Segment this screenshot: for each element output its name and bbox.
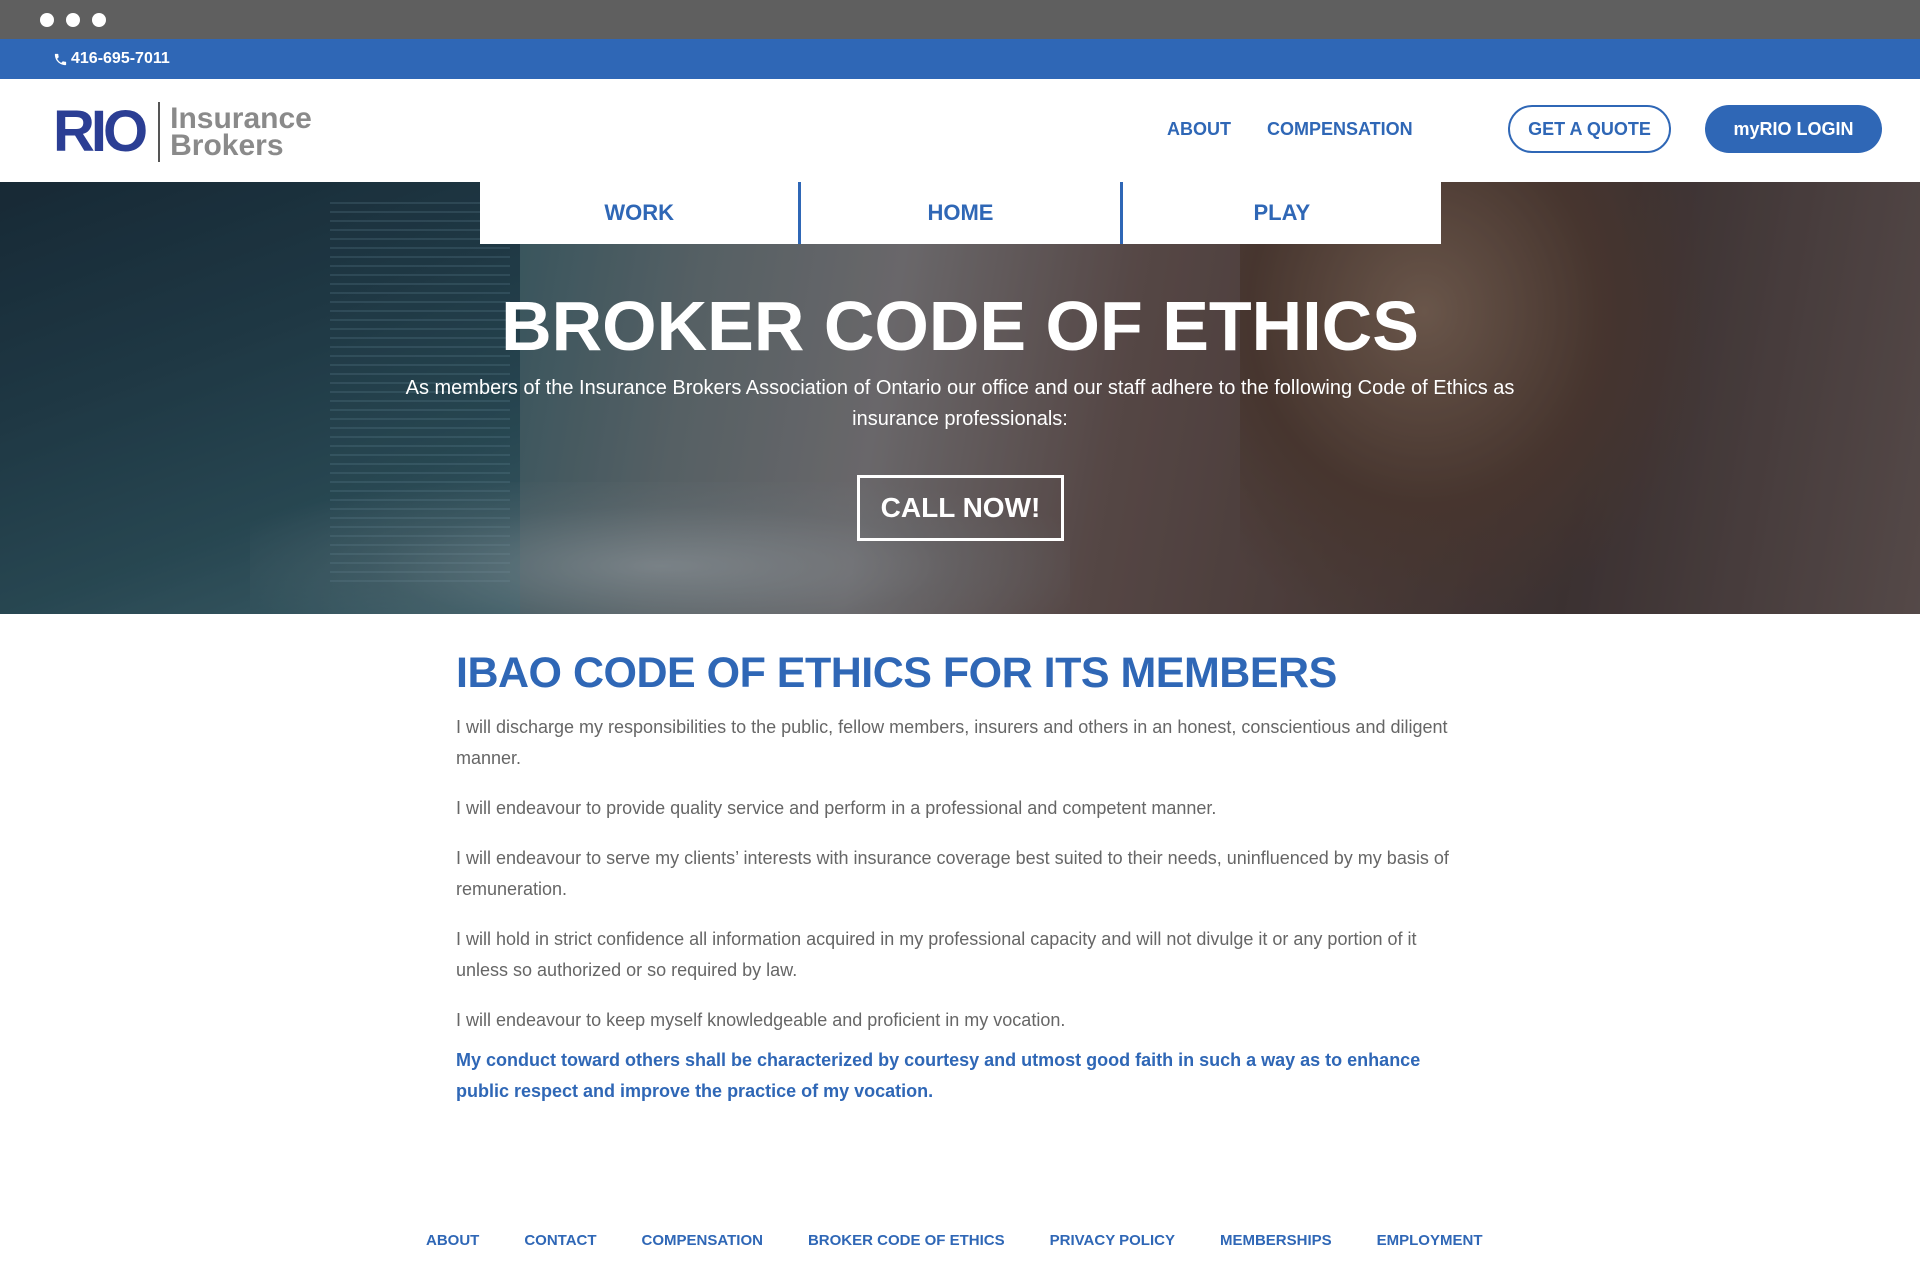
phone-icon <box>54 53 67 65</box>
footer-link-broker-code-of-ethics[interactable]: BROKER CODE OF ETHICS <box>808 1232 1005 1249</box>
footer-link-about[interactable]: ABOUT <box>426 1232 479 1249</box>
ethics-paragraph: I will endeavour to provide quality serv… <box>456 798 1217 818</box>
category-tabs: WORK HOME PLAY <box>480 182 1441 244</box>
nav-compensation[interactable]: COMPENSATION <box>1267 119 1413 140</box>
top-contact-bar: 416-695-7011 <box>0 39 1920 79</box>
footer-nav: ABOUT CONTACT COMPENSATION BROKER CODE O… <box>426 1232 1527 1249</box>
logo-line-2: Brokers <box>170 129 284 162</box>
phone-link[interactable]: 416-695-7011 <box>53 50 170 68</box>
logo-divider <box>158 102 161 162</box>
phone-number: 416-695-7011 <box>71 50 170 67</box>
site-header: RIO Insurance Brokers ABOUT COMPENSATION… <box>0 79 1920 182</box>
window-minimize-dot[interactable] <box>66 13 80 27</box>
footer-link-compensation[interactable]: COMPENSATION <box>642 1232 763 1249</box>
logo-wordmark: Insurance Brokers <box>170 104 312 162</box>
ethics-paragraph: I will endeavour to serve my clients’ in… <box>456 848 1449 899</box>
nav-about[interactable]: ABOUT <box>1167 119 1231 140</box>
content-title: IBAO CODE OF ETHICS FOR ITS MEMBERS <box>456 649 1337 697</box>
tab-play[interactable]: PLAY <box>1122 182 1441 244</box>
footer-link-contact[interactable]: CONTACT <box>524 1232 596 1249</box>
call-now-button[interactable]: CALL NOW! <box>857 475 1064 541</box>
get-a-quote-button[interactable]: GET A QUOTE <box>1508 105 1671 153</box>
myrio-login-button[interactable]: myRIO LOGIN <box>1705 105 1882 153</box>
hero-subtitle: As members of the Insurance Brokers Asso… <box>405 377 1515 430</box>
main-content: IBAO CODE OF ETHICS FOR ITS MEMBERS I wi… <box>456 645 1466 1107</box>
ethics-paragraph: I will discharge my responsibilities to … <box>456 717 1448 768</box>
logo-mark: RIO <box>53 99 148 164</box>
browser-chrome <box>0 0 1920 39</box>
site-logo[interactable]: RIO Insurance Brokers <box>53 102 312 162</box>
window-maximize-dot[interactable] <box>92 13 106 27</box>
window-close-dot[interactable] <box>40 13 54 27</box>
tab-work[interactable]: WORK <box>480 182 802 244</box>
footer-link-privacy-policy[interactable]: PRIVACY POLICY <box>1050 1232 1175 1249</box>
footer-link-employment[interactable]: EMPLOYMENT <box>1377 1232 1483 1249</box>
ethics-closing-statement: My conduct toward others shall be charac… <box>456 1050 1421 1101</box>
footer-link-memberships[interactable]: MEMBERSHIPS <box>1220 1232 1332 1249</box>
hero-title: BROKER CODE OF ETHICS <box>501 287 1419 365</box>
ethics-paragraph: I will endeavour to keep myself knowledg… <box>456 1010 1066 1030</box>
ethics-paragraph: I will hold in strict confidence all inf… <box>456 929 1417 980</box>
tab-home[interactable]: HOME <box>801 182 1123 244</box>
